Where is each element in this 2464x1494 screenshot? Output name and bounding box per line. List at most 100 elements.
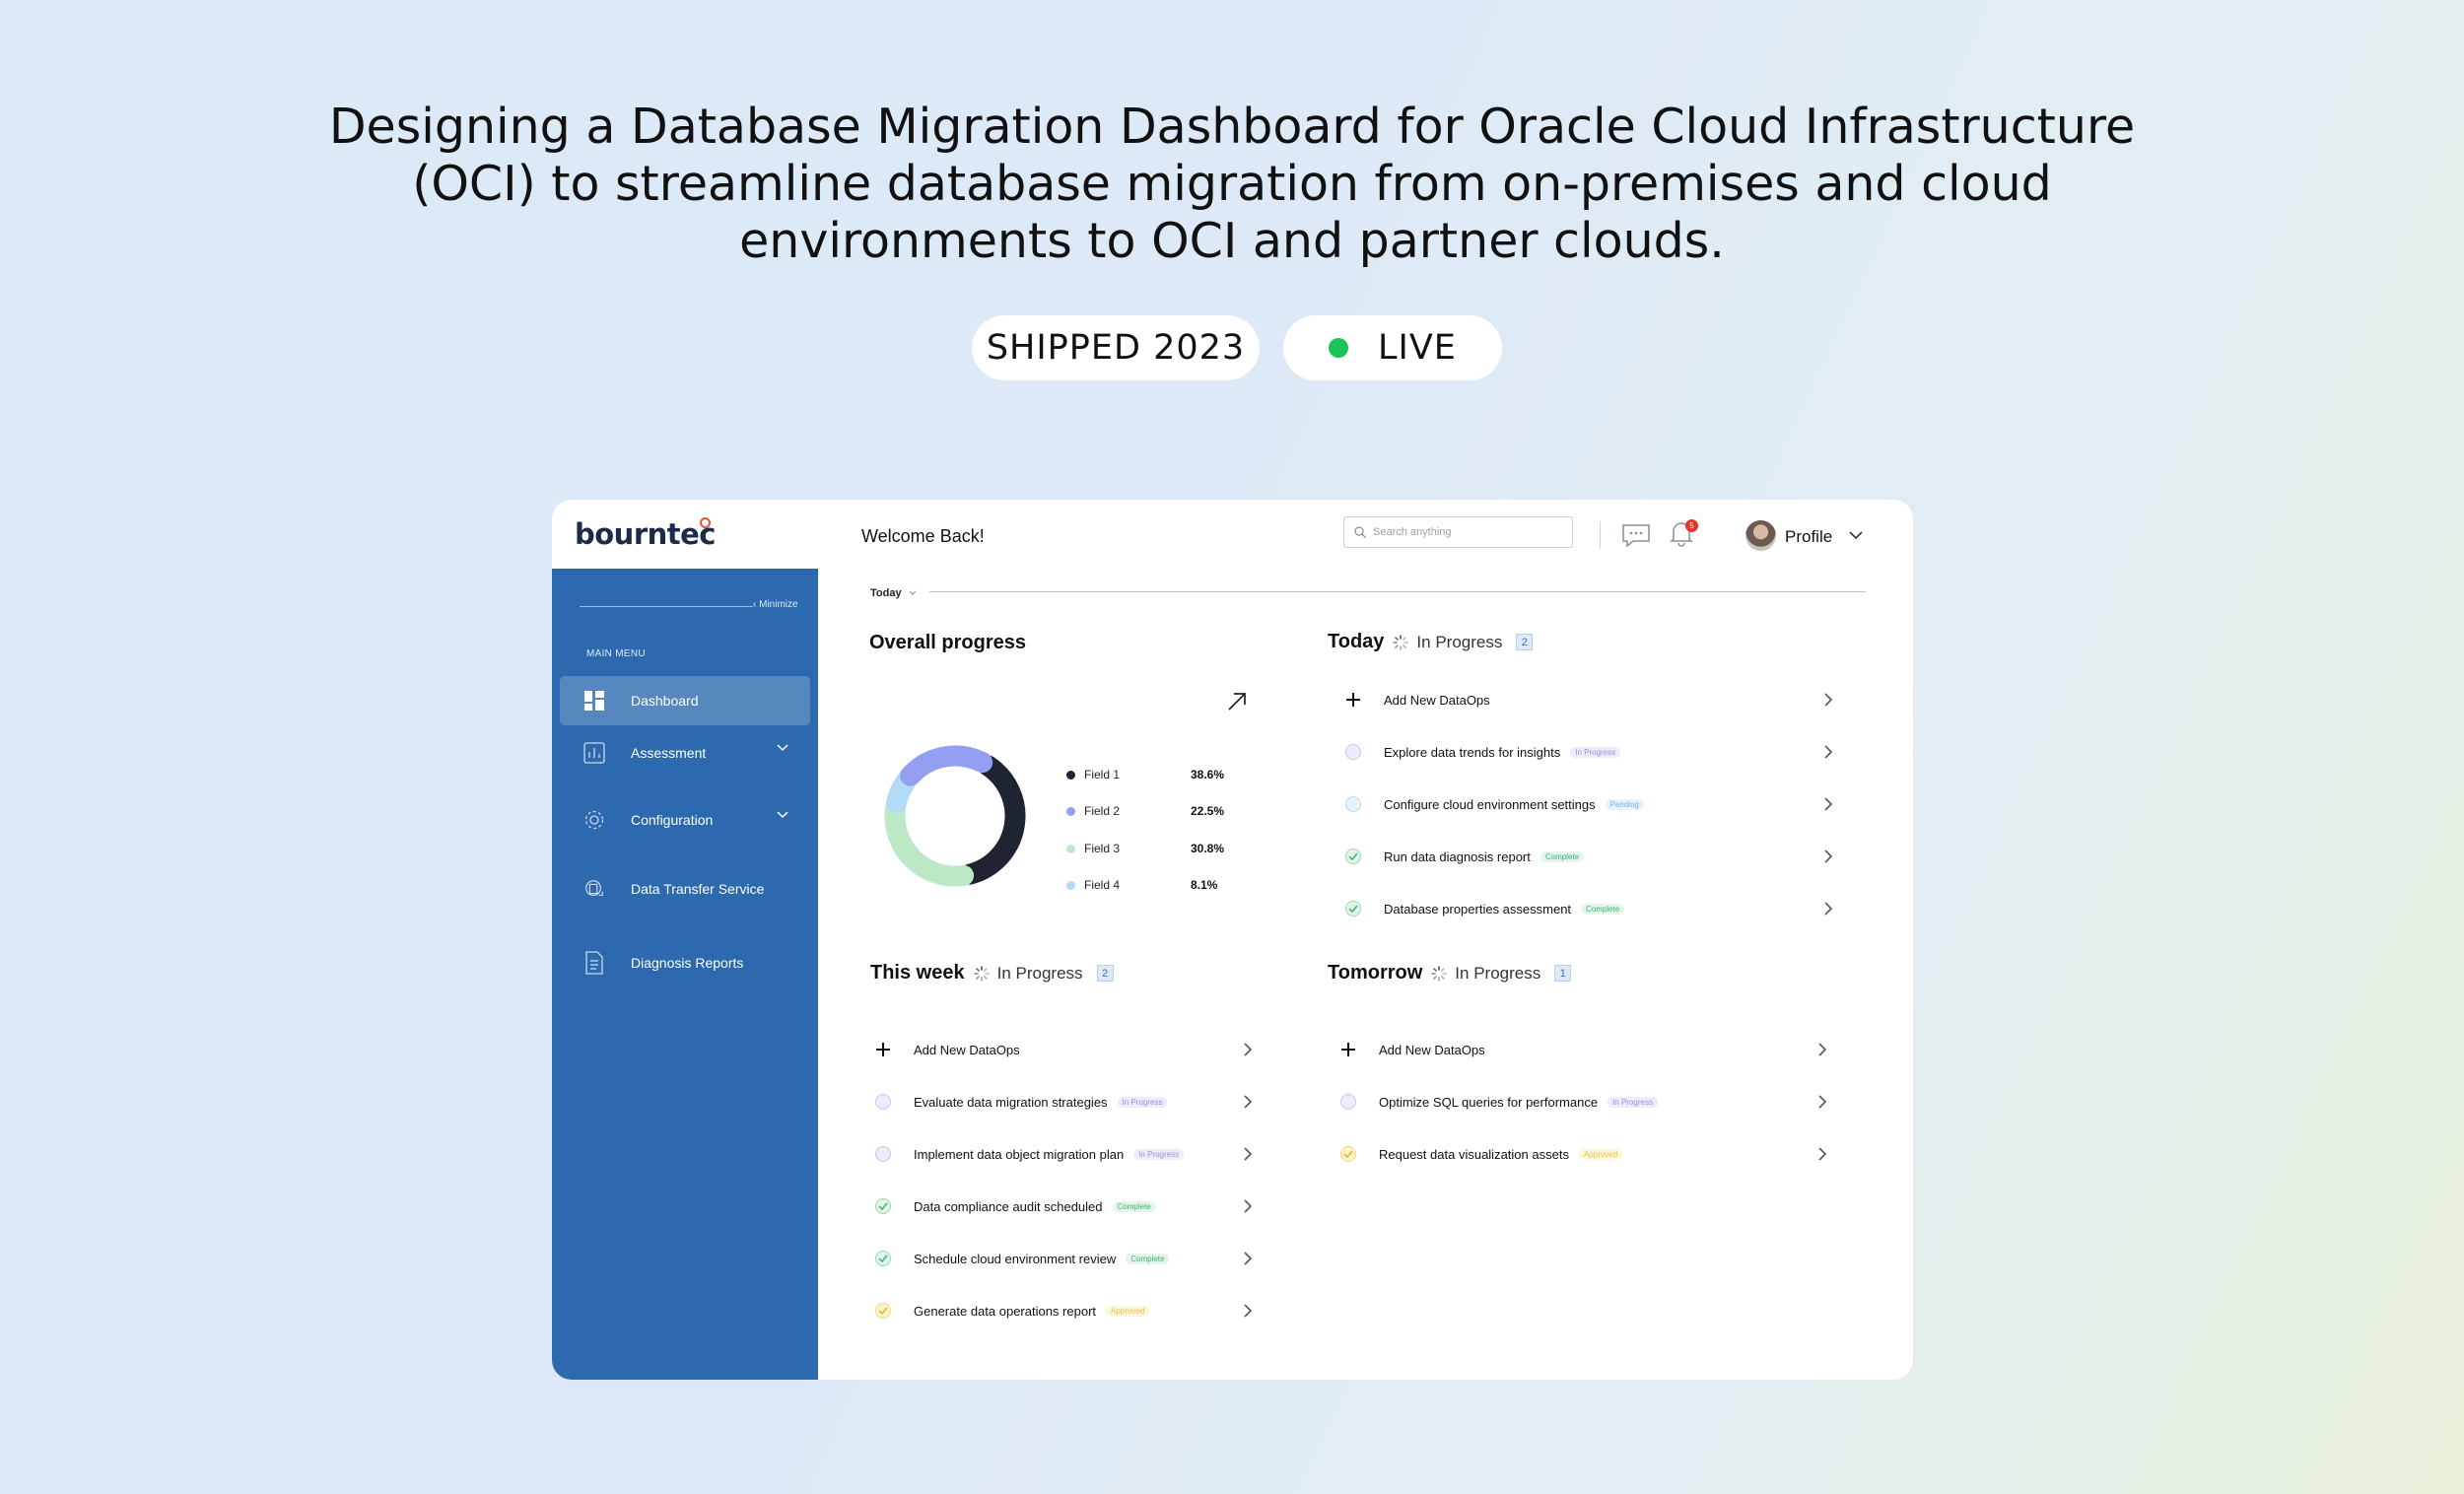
logo-ring-icon [700, 517, 711, 528]
progress-donut-chart [884, 745, 1026, 887]
sidebar-item-dashboard[interactable]: Dashboard [560, 676, 810, 725]
task-label: Request data visualization assets [1379, 1146, 1569, 1162]
bourntec-logo: bourntec [575, 517, 717, 551]
task-item[interactable]: Generate data operations report Approved [874, 1298, 1150, 1324]
task-item[interactable]: Implement data object migration plan In P… [874, 1141, 1185, 1167]
chevron-right-icon[interactable] [1241, 1198, 1255, 1214]
today-section-title: Today In Progress 2 [1328, 631, 1534, 653]
approved-status-icon [1339, 1145, 1357, 1163]
this-week-title-text: This week [870, 962, 965, 984]
header-divider [1600, 521, 1601, 549]
chevron-right-icon[interactable] [1241, 1251, 1255, 1266]
sidebar-item-label: Assessment [631, 745, 707, 761]
task-item[interactable]: Database properties assessment Complete [1344, 896, 1625, 921]
gear-icon [583, 809, 605, 831]
task-item[interactable]: Configure cloud environment settings Pend… [1344, 791, 1644, 817]
task-item[interactable]: Request data visualization assets Approve… [1339, 1141, 1623, 1167]
donut-slice-1 [959, 755, 1026, 885]
chat-icon[interactable] [1621, 523, 1651, 547]
chevron-right-icon[interactable] [1815, 1094, 1829, 1110]
minimize-button[interactable]: ‹ Minimize [753, 599, 798, 610]
task-label: Database properties assessment [1384, 901, 1572, 917]
pending-status-icon [1344, 795, 1362, 813]
chevron-down-icon[interactable] [777, 811, 788, 819]
task-label: Configure cloud environment settings [1384, 796, 1596, 812]
task-item[interactable]: Evaluate data migration strategies In Pro… [874, 1089, 1168, 1115]
sidebar-item-label: Configuration [631, 812, 714, 828]
task-label: Data compliance audit scheduled [914, 1198, 1103, 1214]
task-item[interactable]: Data compliance audit scheduled Complete [874, 1193, 1156, 1219]
chevron-right-icon[interactable] [1821, 692, 1835, 708]
legend-value: 38.6% [1191, 768, 1225, 781]
task-item[interactable]: Optimize SQL queries for performance In P… [1339, 1089, 1658, 1115]
add-dataops-button[interactable]: Add New DataOps [874, 1037, 1020, 1062]
sidebar-item-assessment[interactable]: Assessment [560, 728, 810, 778]
sidebar: ‹ Minimize MAIN MENU Dashboard Assessmen… [552, 569, 818, 1380]
legend-dot-icon [1066, 844, 1075, 853]
chevron-right-icon[interactable] [1821, 901, 1835, 917]
tomorrow-section-title: Tomorrow In Progress 1 [1328, 962, 1572, 985]
overall-progress-title-text: Overall progress [869, 632, 1026, 653]
chevron-right-icon[interactable] [1821, 744, 1835, 760]
status-badge: Complete [1126, 1253, 1170, 1264]
main-menu-heading: MAIN MENU [586, 648, 646, 659]
donut-slice-3 [884, 798, 975, 887]
date-filter-dropdown[interactable]: Today [870, 587, 917, 599]
approved-status-icon [874, 1302, 892, 1320]
task-item[interactable]: Run data diagnosis report Complete [1344, 844, 1585, 869]
dashboard-icon [583, 690, 605, 712]
sidebar-item-data-transfer-service[interactable]: Data Transfer Service [560, 864, 810, 914]
inprogress-status-icon [874, 1145, 892, 1163]
status-badge: Complete [1581, 903, 1625, 915]
legend-dot-icon [1066, 770, 1075, 780]
live-badge-label: LIVE [1378, 328, 1457, 368]
page-headline: Designing a Database Migration Dashboard… [328, 99, 2136, 269]
sidebar-item-label: Dashboard [631, 693, 699, 709]
sidebar-item-diagnosis-reports[interactable]: Diagnosis Reports [560, 938, 810, 987]
sidebar-item-configuration[interactable]: Configuration [560, 795, 810, 845]
chevron-right-icon[interactable] [1241, 1042, 1255, 1057]
task-label: Implement data object migration plan [914, 1146, 1125, 1162]
this-week-status: In Progress [996, 963, 1083, 983]
notification-badge: 5 [1685, 519, 1698, 532]
legend-label: Field 1 [1084, 768, 1121, 781]
complete-status-icon [1344, 848, 1362, 865]
overall-progress-title: Overall progress [869, 632, 1026, 654]
legend-item: Field 2 [1066, 804, 1120, 818]
task-label: Schedule cloud environment review [914, 1251, 1117, 1266]
chevron-down-icon[interactable] [1849, 531, 1863, 540]
legend-item: Field 3 [1066, 842, 1120, 855]
chevron-down-icon [909, 590, 916, 595]
task-label: Add New DataOps [1379, 1042, 1485, 1057]
profile-button[interactable]: Profile [1785, 527, 1832, 547]
chevron-right-icon[interactable] [1821, 849, 1835, 864]
chevron-down-icon[interactable] [777, 744, 788, 752]
date-filter-label: Today [870, 587, 902, 599]
complete-status-icon [874, 1250, 892, 1267]
task-label: Optimize SQL queries for performance [1379, 1094, 1599, 1110]
search-input[interactable]: Search anything [1343, 516, 1573, 548]
legend-dot-icon [1066, 880, 1075, 890]
status-badge: In Progress [1608, 1096, 1658, 1108]
chevron-right-icon[interactable] [1241, 1146, 1255, 1162]
legend-label: Field 2 [1084, 804, 1121, 818]
chevron-right-icon[interactable] [1815, 1042, 1829, 1057]
task-label: Run data diagnosis report [1384, 849, 1531, 864]
task-item[interactable]: Schedule cloud environment review Complet… [874, 1246, 1170, 1271]
today-status: In Progress [1416, 632, 1503, 651]
add-dataops-button[interactable]: Add New DataOps [1344, 687, 1490, 713]
chevron-right-icon[interactable] [1241, 1094, 1255, 1110]
welcome-heading: Welcome Back! [861, 526, 985, 546]
chevron-right-icon[interactable] [1241, 1303, 1255, 1319]
this-week-count-badge: 2 [1096, 965, 1114, 982]
chevron-right-icon[interactable] [1821, 796, 1835, 812]
expand-arrow-icon[interactable] [1226, 691, 1248, 713]
avatar[interactable] [1745, 520, 1776, 551]
add-dataops-button[interactable]: Add New DataOps [1339, 1037, 1485, 1062]
chevron-right-icon[interactable] [1815, 1146, 1829, 1162]
status-badge: In Progress [1570, 746, 1621, 758]
legend-label: Field 3 [1084, 842, 1121, 855]
task-item[interactable]: Explore data trends for insights In Progr… [1344, 739, 1621, 765]
live-badge: LIVE [1283, 315, 1502, 380]
status-badge: Approved [1578, 1148, 1623, 1160]
